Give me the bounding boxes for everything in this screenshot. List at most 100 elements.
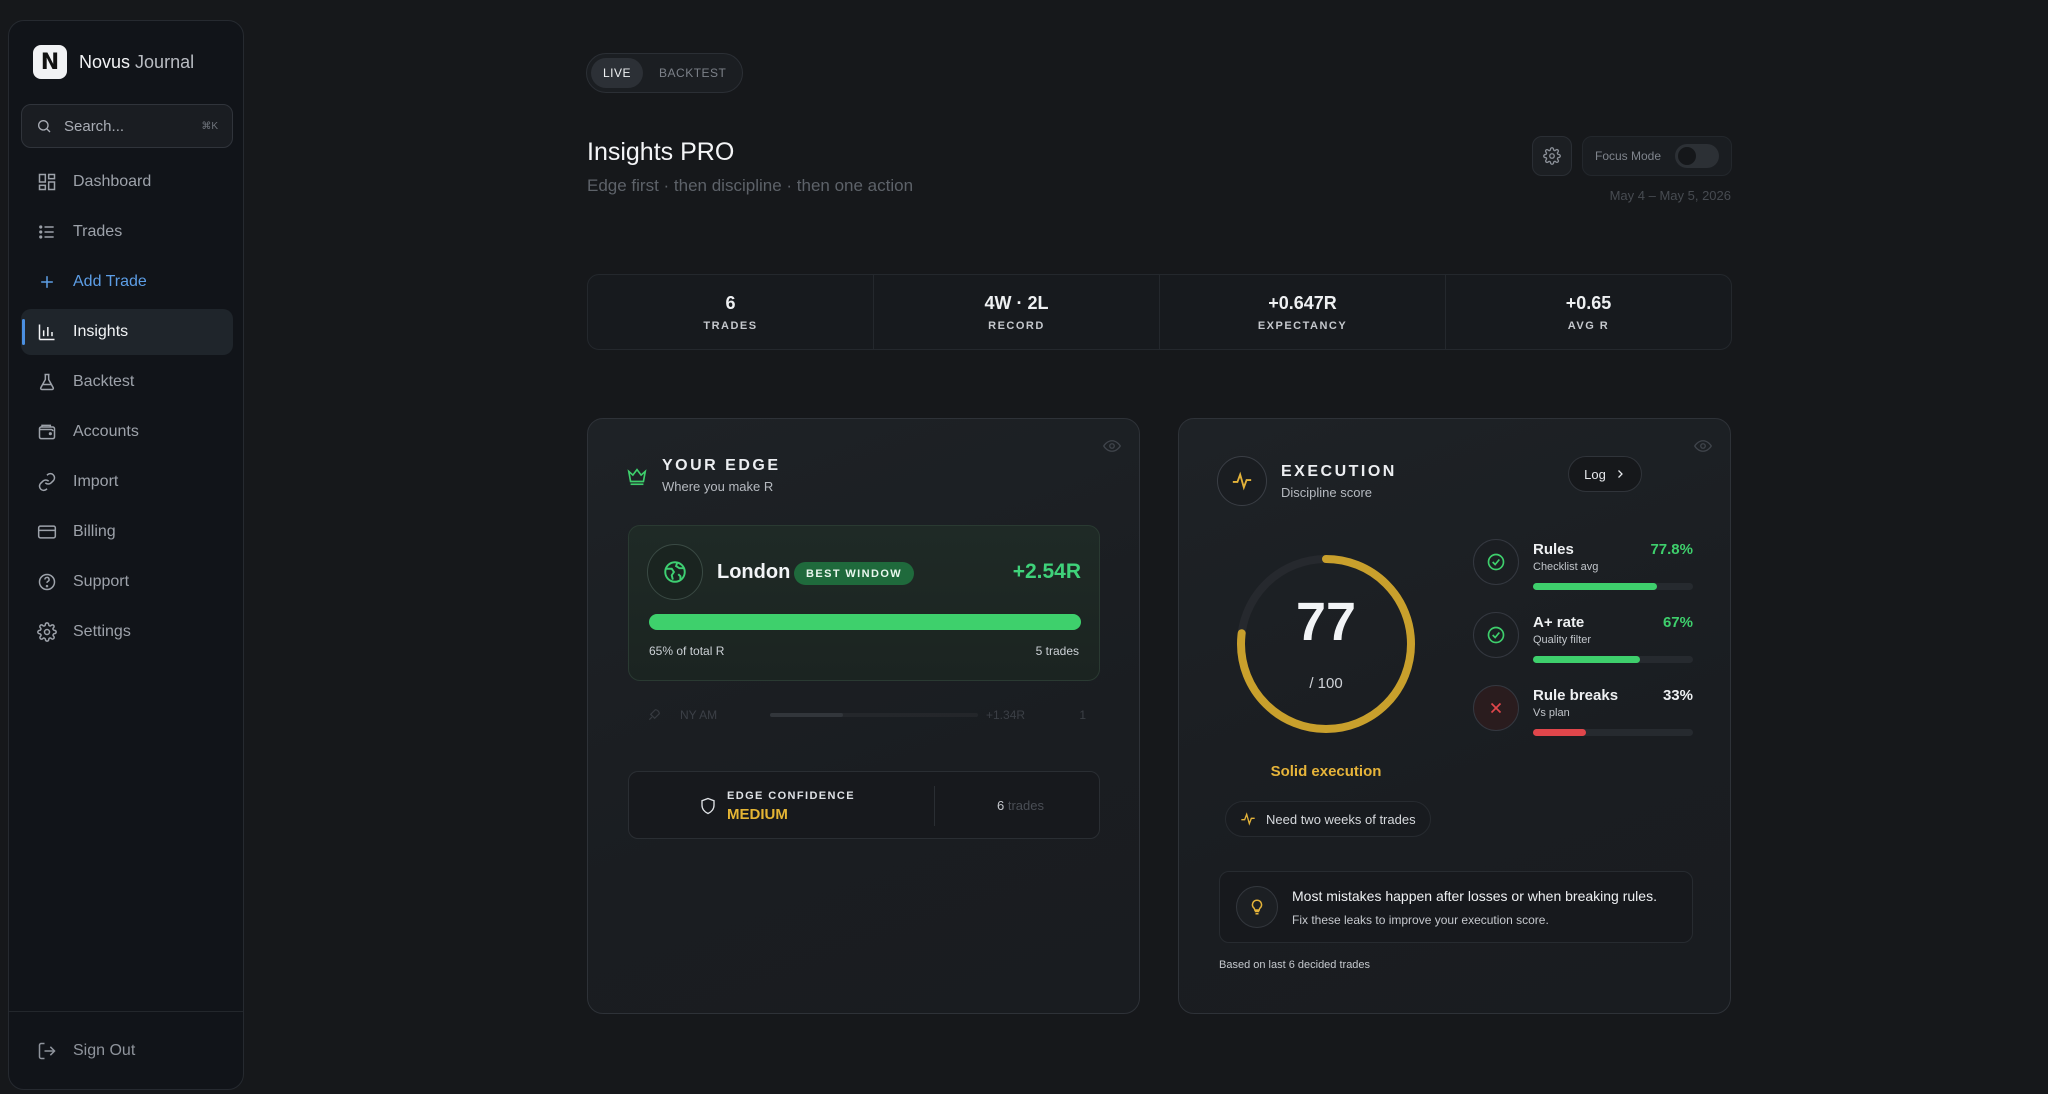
discipline-caption: Solid execution	[1270, 763, 1382, 780]
sidebar-item-label: Settings	[73, 623, 131, 640]
card-icon	[37, 525, 57, 539]
metric-name: Rules	[1533, 541, 1574, 558]
stat-label: AVG R	[1567, 319, 1610, 332]
tip-subtitle: Fix these leaks to improve your executio…	[1292, 913, 1549, 927]
mode-toggle: LIVE BACKTEST	[586, 53, 744, 93]
mode-live-button[interactable]: LIVE	[591, 58, 644, 88]
execution-subtitle: Discipline score	[1281, 484, 1373, 500]
stat-value: +0.647R	[1268, 292, 1337, 313]
search-icon	[38, 120, 51, 133]
edge-subtitle: Where you make R	[662, 479, 774, 494]
sidebar-item-trades[interactable]: Trades	[21, 209, 233, 255]
brand-name-light: Journal	[135, 51, 195, 72]
shield-icon	[701, 797, 715, 815]
settings-button[interactable]	[1532, 136, 1572, 176]
globe-icon	[647, 544, 703, 600]
stat-expectancy: +0.647R EXPECTANCY	[1160, 275, 1446, 349]
metric-fill	[1533, 729, 1586, 736]
best-trades-label: 5 trades	[1035, 644, 1079, 658]
crown-icon	[627, 467, 647, 485]
edge-confidence-trades: 6 trades	[997, 798, 1044, 813]
discipline-score: 77	[1295, 592, 1357, 652]
link-icon	[38, 472, 56, 492]
sidebar-item-import[interactable]: Import	[21, 459, 233, 505]
sidebar: N Novus Journal Search... ⌘K Dashboard T…	[8, 20, 244, 1090]
sidebar-nav: Dashboard Trades Add Trade Insights Back…	[21, 159, 233, 659]
search-input[interactable]: Search... ⌘K	[21, 104, 233, 148]
sidebar-item-label: Support	[73, 573, 130, 590]
execution-header: EXECUTION Discipline score	[1217, 456, 1397, 506]
divider	[934, 786, 935, 826]
tip-title: Most mistakes happen after losses or whe…	[1292, 888, 1657, 904]
secondary-session-name: NY AM	[680, 708, 718, 722]
metric-sub: Checklist avg	[1533, 561, 1599, 573]
dashboard-icon	[38, 173, 56, 191]
need-more-trades-chip: Need two weeks of trades	[1225, 801, 1431, 837]
trades-count: 6	[997, 798, 1005, 813]
metric-name: A+ rate	[1533, 614, 1585, 631]
best-window-badge: BEST WINDOW	[794, 562, 915, 585]
trades-word: trades	[1007, 798, 1044, 813]
stat-label: RECORD	[988, 319, 1045, 332]
best-session-r: +2.54R	[1012, 560, 1081, 583]
edge-header: YOUR EDGE Where you make R	[626, 457, 781, 494]
date-range: May 4 – May 5, 2026	[1609, 188, 1731, 203]
focus-mode-label: Focus Mode	[1595, 149, 1662, 163]
metric-name: Rule breaks	[1533, 687, 1619, 704]
secondary-session-row[interactable]: NY AM +1.34R 1	[628, 695, 1100, 735]
secondary-session-bar	[770, 713, 978, 717]
chevron-right-icon	[1617, 470, 1623, 478]
focus-mode-toggle[interactable]: Focus Mode	[1582, 136, 1732, 176]
log-button[interactable]: Log	[1568, 456, 1642, 492]
lightbulb-icon	[1236, 886, 1278, 928]
metric-rule-breaks: Rule breaks Vs plan 33%	[1473, 685, 1693, 745]
focus-mode-switch[interactable]	[1675, 144, 1719, 168]
sidebar-item-billing[interactable]: Billing	[21, 509, 233, 555]
eye-icon[interactable]	[1103, 437, 1121, 455]
need-more-trades-text: Need two weeks of trades	[1266, 811, 1416, 827]
mode-backtest-button[interactable]: BACKTEST	[647, 58, 738, 88]
sidebar-item-support[interactable]: Support	[21, 559, 233, 605]
stat-avg-r: +0.65 AVG R	[1446, 275, 1731, 349]
metric-bar	[1533, 583, 1693, 590]
sign-out-button[interactable]: Sign Out	[37, 1041, 135, 1061]
sidebar-item-add-trade[interactable]: Add Trade	[21, 259, 233, 305]
logo-icon: N	[33, 45, 67, 79]
best-window-panel[interactable]: London BEST WINDOW +2.54R 65% of total R…	[628, 525, 1100, 681]
check-circle-icon	[1473, 539, 1519, 585]
secondary-session-fill	[770, 713, 843, 717]
stat-label: TRADES	[703, 319, 758, 332]
activity-icon	[1241, 812, 1255, 826]
metric-fill	[1533, 656, 1641, 663]
edge-title: YOUR EDGE	[662, 457, 781, 474]
best-share-bar	[649, 614, 1081, 630]
metric-a-plus-rate: A+ rate Quality filter 67%	[1473, 612, 1693, 672]
list-icon	[39, 225, 54, 239]
sidebar-item-label: Trades	[73, 223, 123, 240]
stats-strip: 6 TRADES 4W · 2L RECORD +0.647R EXPECTAN…	[587, 274, 1732, 350]
sidebar-item-dashboard[interactable]: Dashboard	[21, 159, 233, 205]
metric-value: 77.8%	[1650, 541, 1693, 558]
sidebar-item-backtest[interactable]: Backtest	[21, 359, 233, 405]
sidebar-item-accounts[interactable]: Accounts	[21, 409, 233, 455]
stat-trades: 6 TRADES	[588, 275, 874, 349]
best-share-fill	[649, 614, 1081, 630]
sidebar-item-settings[interactable]: Settings	[21, 609, 233, 655]
best-session-name: London	[717, 561, 791, 583]
bar-chart-icon	[38, 324, 55, 341]
stat-value: +0.65	[1565, 292, 1612, 313]
stat-value: 6	[725, 292, 736, 313]
page-title: Insights PRO	[587, 138, 735, 166]
sidebar-item-label: Insights	[73, 323, 129, 340]
rocket-icon	[648, 709, 660, 721]
eye-icon[interactable]	[1694, 437, 1712, 455]
sidebar-item-label: Add Trade	[73, 273, 147, 290]
log-label: Log	[1584, 466, 1606, 482]
edge-confidence-label: EDGE CONFIDENCE	[727, 790, 855, 802]
brand[interactable]: N Novus Journal	[33, 45, 194, 79]
plus-icon	[41, 276, 53, 288]
execution-title: EXECUTION	[1281, 462, 1397, 480]
sidebar-item-insights[interactable]: Insights	[21, 309, 233, 355]
gear-icon	[1543, 147, 1561, 165]
search-shortcut: ⌘K	[201, 120, 218, 132]
